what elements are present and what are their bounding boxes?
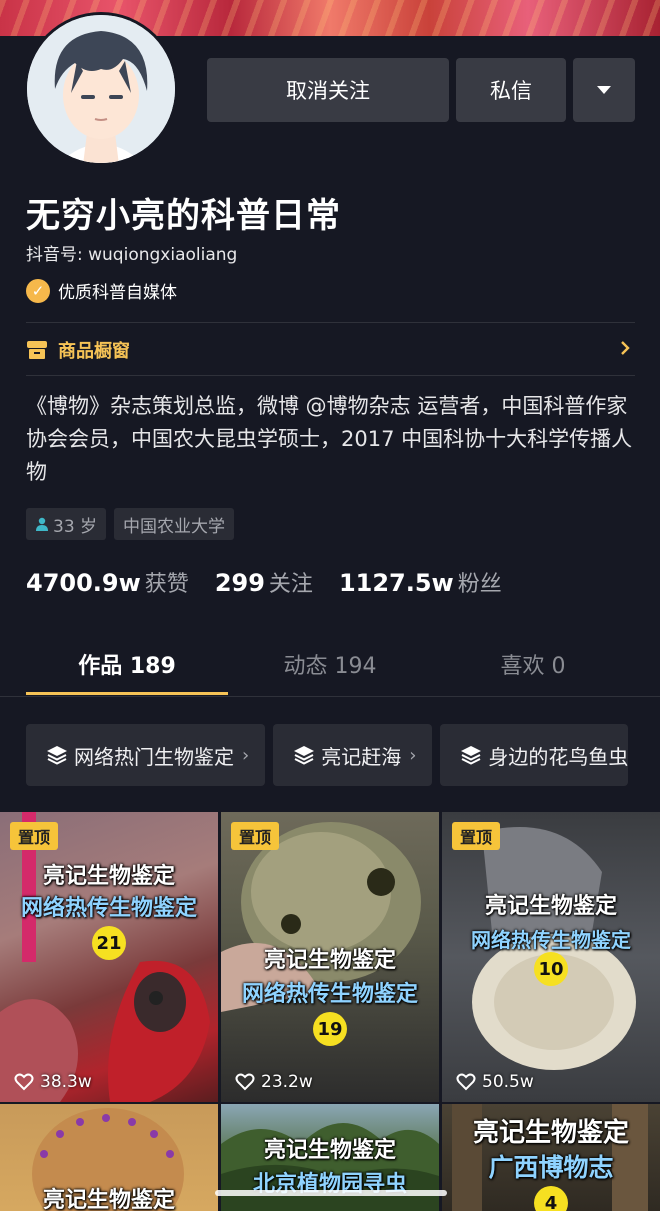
person-icon	[36, 517, 48, 531]
video-subtitle: 网络热传生物鉴定	[20, 896, 197, 921]
layers-icon	[294, 746, 315, 765]
avatar-image	[27, 15, 175, 163]
collection-label: 网络热门生物鉴定	[74, 744, 234, 769]
divider	[26, 322, 635, 323]
pinned-badge: 置顶	[231, 822, 280, 850]
collection-chip[interactable]: 亮记赶海 ›	[273, 724, 433, 786]
unfollow-button[interactable]: 取消关注	[207, 58, 449, 122]
verified-check-icon: ✓	[26, 278, 50, 303]
active-tab-indicator	[26, 692, 228, 695]
more-options-button[interactable]	[573, 58, 635, 122]
chevron-right-icon: ›	[242, 744, 250, 766]
video-thumbnail[interactable]: 亮记生物鉴定	[0, 1104, 218, 1211]
chevron-right-icon	[621, 341, 630, 355]
followers-label[interactable]: 粉丝	[458, 566, 502, 598]
age-tag: 33 岁	[26, 508, 107, 540]
likes-count: 23.2w	[261, 1072, 313, 1092]
video-title: 亮记生物鉴定	[484, 894, 617, 919]
heart-icon	[235, 1073, 255, 1091]
verification-row[interactable]: ✓ 优质科普自媒体	[26, 278, 177, 303]
shop-window-row[interactable]: 商品橱窗	[26, 335, 635, 365]
shop-window-label: 商品橱窗	[58, 341, 130, 362]
likes-count: 38.3w	[40, 1072, 92, 1092]
school-tag[interactable]: 中国农业大学	[114, 508, 235, 540]
avatar[interactable]	[24, 12, 178, 166]
divider	[26, 375, 635, 376]
video-title: 亮记生物鉴定	[472, 1118, 629, 1148]
video-thumbnail[interactable]: 置顶 亮记生物鉴定 网络热传生物鉴定 19 23.2w	[221, 812, 439, 1102]
tab-likes[interactable]: 喜欢 0	[433, 648, 633, 680]
video-likes: 38.3w	[14, 1072, 92, 1092]
verification-label: 优质科普自媒体	[58, 283, 177, 303]
chevron-right-icon: ›	[409, 744, 417, 766]
heart-icon	[14, 1073, 34, 1091]
collection-chip[interactable]: 网络热门生物鉴定 ›	[26, 724, 266, 786]
message-button[interactable]: 私信	[456, 58, 566, 122]
tab-posts[interactable]: 动态 194	[230, 648, 430, 680]
following-count[interactable]: 299	[215, 569, 265, 597]
collection-label: 亮记赶海	[321, 744, 402, 769]
likes-label: 获赞	[144, 572, 189, 597]
video-thumbnail[interactable]: 置顶 亮记生物鉴定 网络热传生物鉴定 21 38.3w	[0, 812, 218, 1102]
video-thumbnail[interactable]: 置顶 亮记生物鉴定 网络热传生物鉴定 10 50.5w	[442, 812, 660, 1102]
video-thumbnail[interactable]: 亮记生物鉴定 广西博物志 4	[442, 1104, 660, 1211]
video-likes: 50.5w	[456, 1072, 534, 1092]
pinned-badge: 置顶	[10, 822, 59, 850]
likes-count: 50.5w	[482, 1072, 534, 1092]
video-subtitle: 网络热传生物鉴定	[471, 928, 631, 952]
age-tag-label: 33 岁	[53, 516, 98, 537]
school-tag-label: 中国农业大学	[123, 516, 226, 537]
profile-tags: 33 岁 中国农业大学	[26, 508, 235, 540]
pinned-badge: 置顶	[452, 822, 501, 850]
content-tabs: 作品 189 动态 194 喜欢 0	[0, 640, 660, 698]
heart-icon	[456, 1073, 476, 1091]
episode-number-badge: 21	[92, 926, 126, 960]
collections-bar: 网络热门生物鉴定 › 亮记赶海 › 身边的花鸟鱼虫	[26, 724, 629, 786]
likes-count: 4700.9w	[26, 569, 141, 597]
collection-label: 身边的花鸟鱼虫	[488, 744, 629, 769]
video-likes: 23.2w	[235, 1072, 313, 1092]
episode-number-badge: 19	[313, 1012, 347, 1046]
home-indicator[interactable]	[215, 1190, 447, 1196]
tab-works[interactable]: 作品 189	[27, 648, 227, 680]
profile-name: 无穷小亮的科普日常	[26, 196, 341, 236]
video-title: 亮记生物鉴定	[42, 864, 175, 889]
shop-icon	[27, 341, 47, 359]
video-subtitle: 广西博物志	[488, 1153, 614, 1182]
profile-bio: 《博物》杂志策划总监，微博 @博物杂志 运营者，中国科普作家协会会员，中国农大昆…	[26, 394, 633, 484]
collection-chip[interactable]: 身边的花鸟鱼虫	[440, 724, 629, 786]
episode-number-badge: 10	[534, 952, 568, 986]
video-title: 亮记生物鉴定	[263, 1138, 396, 1163]
video-title: 亮记生物鉴定	[42, 1188, 175, 1211]
douyin-id[interactable]: 抖音号: wuqiongxiaoliang	[26, 240, 237, 265]
followers-count[interactable]: 1127.5w	[339, 569, 454, 597]
divider	[0, 696, 660, 697]
profile-stats: 4700.9w 获赞 299 关注 1127.5w 粉丝	[26, 566, 528, 598]
following-label[interactable]: 关注	[269, 566, 313, 598]
caret-down-icon	[597, 86, 611, 94]
layers-icon	[461, 746, 482, 765]
video-subtitle: 网络热传生物鉴定	[241, 982, 418, 1007]
layers-icon	[47, 746, 67, 765]
video-title: 亮记生物鉴定	[263, 948, 396, 973]
